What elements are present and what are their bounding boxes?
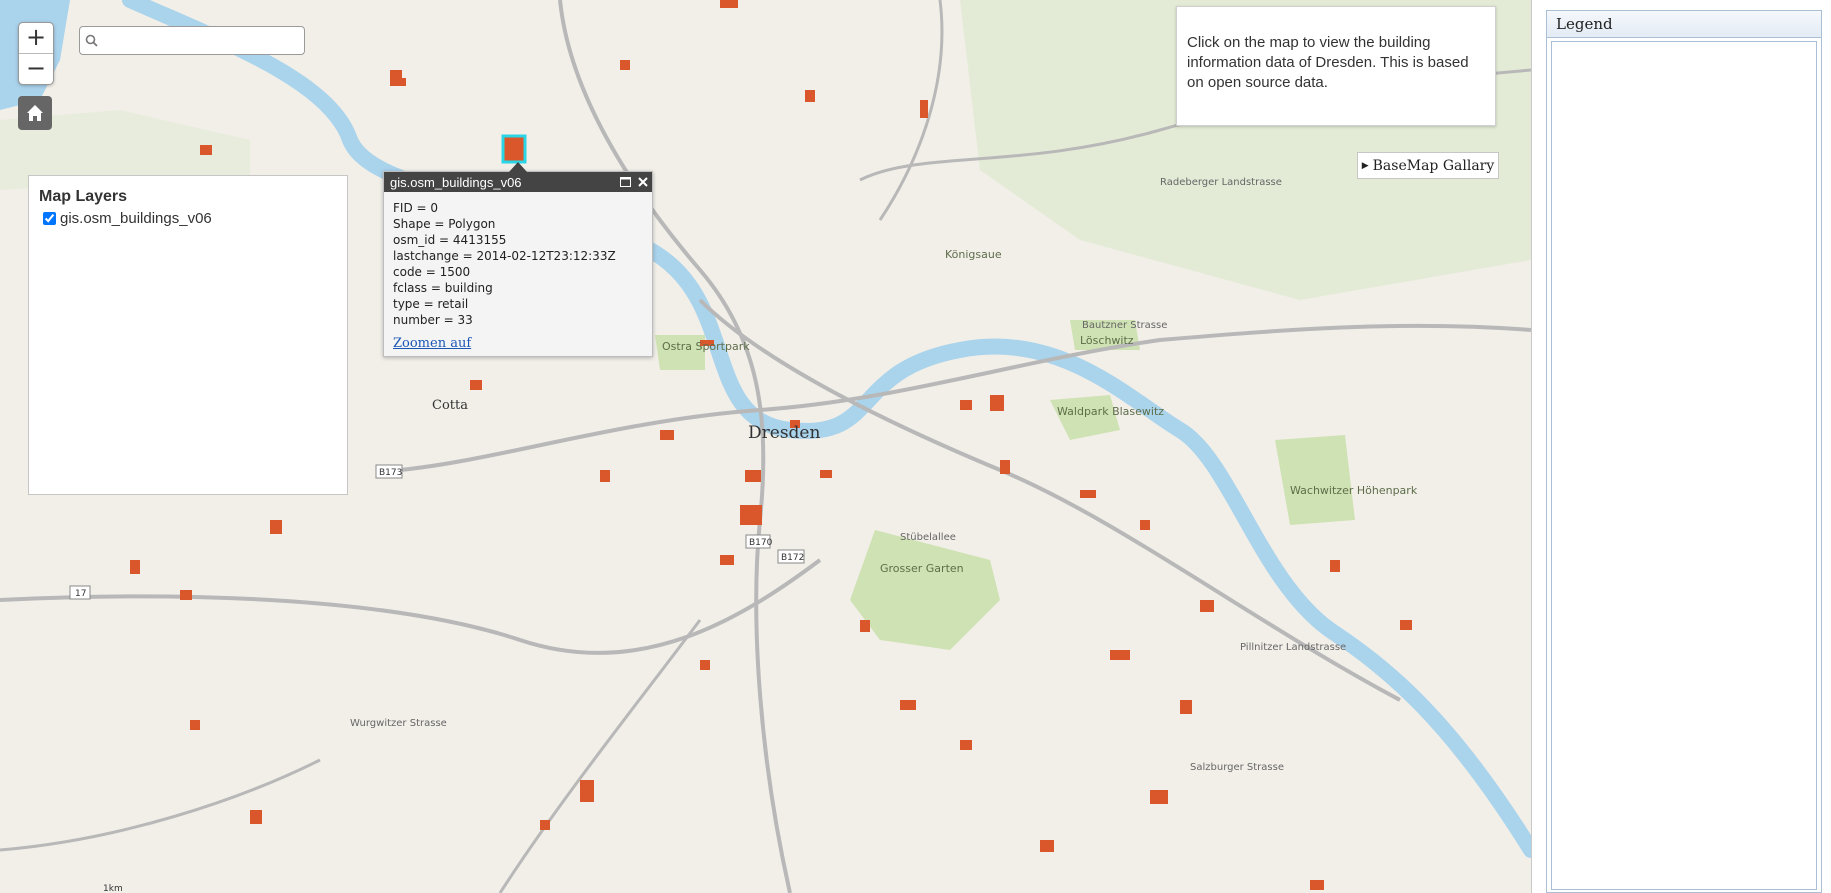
caret-right-icon: ▶ bbox=[1361, 160, 1369, 171]
close-icon[interactable] bbox=[634, 173, 652, 191]
road-shield-b172: B172 bbox=[781, 553, 804, 563]
scale-label: 1km bbox=[103, 884, 123, 893]
legend-panel: Legend bbox=[1546, 10, 1822, 893]
park-wachwitz bbox=[1275, 435, 1355, 525]
popup-field: type = retail bbox=[393, 297, 469, 311]
selected-building[interactable] bbox=[501, 134, 527, 164]
feature-popup: gis.osm_buildings_v06 FID = 0 Shape = Po… bbox=[383, 162, 653, 357]
popup-title: gis.osm_buildings_v06 bbox=[390, 174, 522, 190]
road-shield-17: 17 bbox=[75, 589, 86, 599]
popup-field: code = 1500 bbox=[393, 265, 471, 279]
popup-pointer bbox=[509, 162, 527, 172]
park-grosser-garten bbox=[850, 530, 1000, 650]
map-label-radeberger: Radeberger Landstrasse bbox=[1160, 177, 1282, 188]
home-icon bbox=[27, 105, 43, 121]
map-label-koenigsaue: Königsaue bbox=[945, 248, 1002, 261]
layer-visibility-checkbox[interactable] bbox=[43, 212, 56, 225]
layer-row: gis.osm_buildings_v06 bbox=[39, 210, 337, 227]
map-label-waldpark: Waldpark Blasewitz bbox=[1057, 405, 1164, 418]
map-label-wachwitz: Wachwitzer Höhenpark bbox=[1290, 484, 1418, 497]
road-shield-b170: B170 bbox=[749, 538, 773, 548]
search-box bbox=[79, 26, 305, 55]
map-label-stuebelallee: Stübelallee bbox=[900, 532, 956, 543]
road bbox=[0, 558, 822, 655]
search-icon bbox=[80, 34, 102, 47]
popup-body: FID = 0 Shape = Polygon osm_id = 4413155… bbox=[384, 192, 652, 352]
popup-field: FID = 0 bbox=[393, 201, 438, 215]
map-label-pillnitzer: Pillnitzer Landstrasse bbox=[1240, 642, 1346, 653]
zoom-in-button[interactable]: + bbox=[19, 23, 53, 53]
road bbox=[0, 758, 321, 852]
maximize-icon[interactable] bbox=[616, 173, 634, 191]
legend-content bbox=[1551, 41, 1817, 890]
map-label-wurgwitzer: Wurgwitzer Strasse bbox=[350, 718, 447, 729]
map-layers-panel: Map Layers gis.osm_buildings_v06 bbox=[28, 175, 348, 495]
road bbox=[878, 0, 944, 221]
map-label-dresden: Dresden bbox=[748, 423, 820, 443]
map-label-grosser-garten: Grosser Garten bbox=[880, 562, 964, 575]
zoom-out-button[interactable]: − bbox=[19, 53, 53, 84]
map-label-loeschwitz: Löschwitz bbox=[1080, 334, 1134, 347]
home-button[interactable] bbox=[18, 96, 52, 130]
road-shield-b173: B173 bbox=[379, 468, 402, 478]
map-label-ostra: Ostra Sportpark bbox=[662, 340, 750, 353]
road bbox=[498, 619, 702, 893]
map-label-salzburger: Salzburger Strasse bbox=[1190, 762, 1284, 773]
zoom-control: + − bbox=[18, 22, 54, 85]
popup-field: number = 33 bbox=[393, 313, 473, 327]
legend-title: Legend bbox=[1547, 11, 1821, 38]
layer-name: gis.osm_buildings_v06 bbox=[60, 210, 212, 227]
map-label-cotta: Cotta bbox=[432, 398, 468, 413]
basemap-gallery-label: BaseMap Gallary bbox=[1372, 157, 1495, 174]
popup-field: Shape = Polygon bbox=[393, 217, 496, 231]
info-box: Click on the map to view the building in… bbox=[1176, 6, 1496, 126]
popup-header: gis.osm_buildings_v06 bbox=[384, 172, 652, 192]
search-input[interactable] bbox=[102, 27, 304, 54]
zoom-to-link[interactable]: Zoomen auf bbox=[393, 336, 471, 352]
popup-field: osm_id = 4413155 bbox=[393, 233, 507, 247]
basemap-gallery-button[interactable]: ▶ BaseMap Gallary bbox=[1357, 152, 1499, 179]
popup-field: lastchange = 2014-02-12T23:12:33Z bbox=[393, 249, 616, 263]
map-view[interactable]: Dresden Cotta Grosser Garten Waldpark Bl… bbox=[0, 0, 1532, 893]
map-label-bautzner: Bautzner Strasse bbox=[1082, 320, 1167, 331]
popup-field: fclass = building bbox=[393, 281, 493, 295]
map-layers-title: Map Layers bbox=[39, 188, 128, 205]
